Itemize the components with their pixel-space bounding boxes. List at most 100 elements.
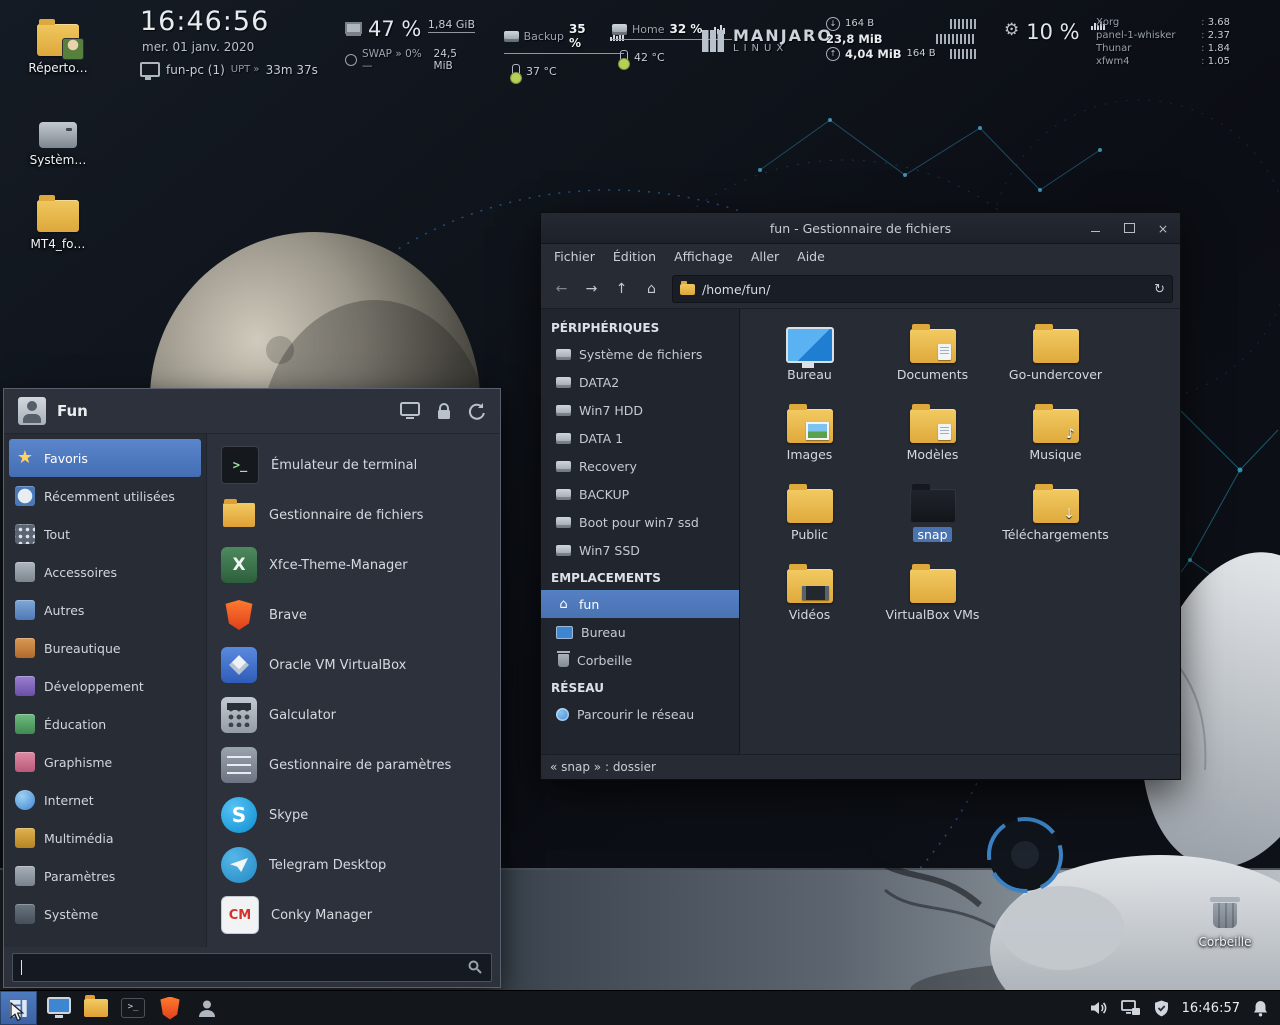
show-desktop-launcher[interactable] bbox=[44, 993, 74, 1023]
app-terminal[interactable]: >_ Émulateur de terminal bbox=[215, 440, 492, 490]
desktop-icon-label: Systèm… bbox=[29, 153, 87, 167]
lock-screen-icon[interactable] bbox=[436, 402, 452, 420]
file-go-undercover[interactable]: Go-undercover bbox=[994, 321, 1117, 401]
category-accessoires[interactable]: Accessoires bbox=[9, 553, 201, 591]
search-input[interactable] bbox=[12, 952, 492, 982]
file-telechargements[interactable]: ↓ Téléchargements bbox=[994, 481, 1117, 561]
maximize-button[interactable] bbox=[1112, 213, 1146, 243]
development-icon bbox=[15, 676, 35, 696]
desktop-icon-mt4-folder[interactable]: MT4_fo… bbox=[15, 195, 101, 251]
app-xfce-theme-manager[interactable]: X Xfce-Theme-Manager bbox=[215, 540, 492, 590]
drive-icon bbox=[556, 432, 571, 444]
file-virtualbox-vms[interactable]: VirtualBox VMs bbox=[871, 561, 994, 641]
desktop-icon-system-drive[interactable]: Systèm… bbox=[15, 122, 101, 167]
desktop-icon-home-folder[interactable]: Réperto… bbox=[15, 19, 101, 75]
applications-menu-button[interactable] bbox=[0, 991, 37, 1025]
device-filesystem[interactable]: Système de fichiers bbox=[541, 340, 739, 368]
session-settings-icon[interactable] bbox=[400, 402, 420, 420]
app-virtualbox[interactable]: Oracle VM VirtualBox bbox=[215, 640, 492, 690]
close-button[interactable]: × bbox=[1146, 213, 1180, 243]
file-images[interactable]: Images bbox=[748, 401, 871, 481]
file-modeles[interactable]: Modèles bbox=[871, 401, 994, 481]
device-data1[interactable]: DATA 1 bbox=[541, 424, 739, 452]
conky-home-label: Home bbox=[632, 22, 665, 36]
file-documents[interactable]: Documents bbox=[871, 321, 994, 401]
conky-backup-group: Backup 35 % 37 °C bbox=[504, 22, 624, 84]
device-win7-hdd[interactable]: Win7 HDD bbox=[541, 396, 739, 424]
app-settings-manager[interactable]: Gestionnaire de paramètres bbox=[215, 740, 492, 790]
app-conky-manager[interactable]: CM Conky Manager bbox=[215, 890, 492, 940]
file-manager-launcher[interactable] bbox=[81, 993, 111, 1023]
network-icon[interactable] bbox=[1120, 999, 1141, 1017]
app-telegram[interactable]: Telegram Desktop bbox=[215, 840, 492, 890]
home-button[interactable]: ⌂ bbox=[638, 276, 665, 302]
conky-ram-percent: 47 % bbox=[368, 17, 422, 41]
app-galculator[interactable]: Galculator bbox=[215, 690, 492, 740]
brave-icon bbox=[221, 597, 257, 633]
category-tout[interactable]: Tout bbox=[9, 515, 201, 553]
network-browse[interactable]: Parcourir le réseau bbox=[541, 700, 739, 728]
brave-launcher[interactable] bbox=[155, 993, 185, 1023]
place-corbeille[interactable]: Corbeille bbox=[541, 646, 739, 674]
notifications-icon[interactable] bbox=[1253, 1000, 1268, 1017]
category-multimedia[interactable]: Multimédia bbox=[9, 819, 201, 857]
category-favoris[interactable]: ★ Favoris bbox=[9, 439, 201, 477]
shield-icon[interactable] bbox=[1154, 1000, 1169, 1017]
menu-affichage[interactable]: Affichage bbox=[665, 244, 742, 270]
taskbar-clock[interactable]: 16:46:57 bbox=[1182, 1001, 1240, 1016]
file-videos[interactable]: Vidéos bbox=[748, 561, 871, 641]
conky-host-row: fun-pc (1) UPT » 33m 37s bbox=[140, 62, 318, 80]
volume-icon[interactable] bbox=[1090, 1000, 1108, 1016]
back-button[interactable]: ← bbox=[548, 276, 575, 302]
category-parametres[interactable]: Paramètres bbox=[9, 857, 201, 895]
file-bureau[interactable]: Bureau bbox=[748, 321, 871, 401]
menu-edition[interactable]: Édition bbox=[604, 244, 665, 270]
forward-button[interactable]: → bbox=[578, 276, 605, 302]
device-data2[interactable]: DATA2 bbox=[541, 368, 739, 396]
menu-fichier[interactable]: Fichier bbox=[545, 244, 604, 270]
category-internet[interactable]: Internet bbox=[9, 781, 201, 819]
user-badge-icon bbox=[62, 38, 84, 60]
titlebar[interactable]: fun - Gestionnaire de fichiers × bbox=[541, 213, 1180, 244]
category-graphisme[interactable]: Graphisme bbox=[9, 743, 201, 781]
category-bureautique[interactable]: Bureautique bbox=[9, 629, 201, 667]
category-developpement[interactable]: Développement bbox=[9, 667, 201, 705]
drive-icon bbox=[556, 488, 571, 500]
conky-home-temp: 42 °C bbox=[634, 51, 665, 64]
device-win7-ssd[interactable]: Win7 SSD bbox=[541, 536, 739, 564]
desktop-icon-label: Réperto… bbox=[28, 61, 88, 75]
category-systeme[interactable]: Système bbox=[9, 895, 201, 933]
minimize-button[interactable] bbox=[1078, 213, 1112, 243]
category-recemment-utilisees[interactable]: Récemment utilisées bbox=[9, 477, 201, 515]
category-education[interactable]: Éducation bbox=[9, 705, 201, 743]
desktop-icon-trash[interactable]: Corbeille bbox=[1182, 894, 1268, 949]
system-tray: 16:46:57 bbox=[1090, 999, 1280, 1017]
file-musique[interactable]: ♪ Musique bbox=[994, 401, 1117, 481]
app-skype[interactable]: S Skype bbox=[215, 790, 492, 840]
category-autres[interactable]: Autres bbox=[9, 591, 201, 629]
reload-button[interactable]: ↻ bbox=[1154, 282, 1165, 297]
terminal-launcher[interactable]: >_ bbox=[118, 993, 148, 1023]
logout-icon[interactable] bbox=[468, 402, 486, 420]
up-button[interactable]: ↑ bbox=[608, 276, 635, 302]
folder-dark-icon bbox=[909, 484, 956, 523]
device-recovery[interactable]: Recovery bbox=[541, 452, 739, 480]
process-value: 2.37 bbox=[1201, 29, 1230, 42]
distro-name: MANJARO bbox=[733, 26, 833, 45]
user-launcher[interactable] bbox=[192, 993, 222, 1023]
path-bar[interactable]: /home/fun/ ↻ bbox=[672, 275, 1173, 303]
app-brave[interactable]: Brave bbox=[215, 590, 492, 640]
place-bureau[interactable]: Bureau bbox=[541, 618, 739, 646]
app-file-manager[interactable]: Gestionnaire de fichiers bbox=[215, 490, 492, 540]
menu-aide[interactable]: Aide bbox=[788, 244, 834, 270]
menu-aller[interactable]: Aller bbox=[742, 244, 788, 270]
download-icon: ↓ bbox=[826, 16, 840, 31]
device-boot-win7-ssd[interactable]: Boot pour win7 ssd bbox=[541, 508, 739, 536]
file-snap[interactable]: snap bbox=[871, 481, 994, 561]
device-backup[interactable]: BACKUP bbox=[541, 480, 739, 508]
place-fun[interactable]: ⌂ fun bbox=[541, 590, 739, 618]
status-bar: « snap » : dossier bbox=[541, 754, 1180, 779]
file-public[interactable]: Public bbox=[748, 481, 871, 561]
folder-downloads-icon: ↓ bbox=[1032, 484, 1079, 523]
conky-cpu-percent: 10 % bbox=[1026, 20, 1080, 44]
